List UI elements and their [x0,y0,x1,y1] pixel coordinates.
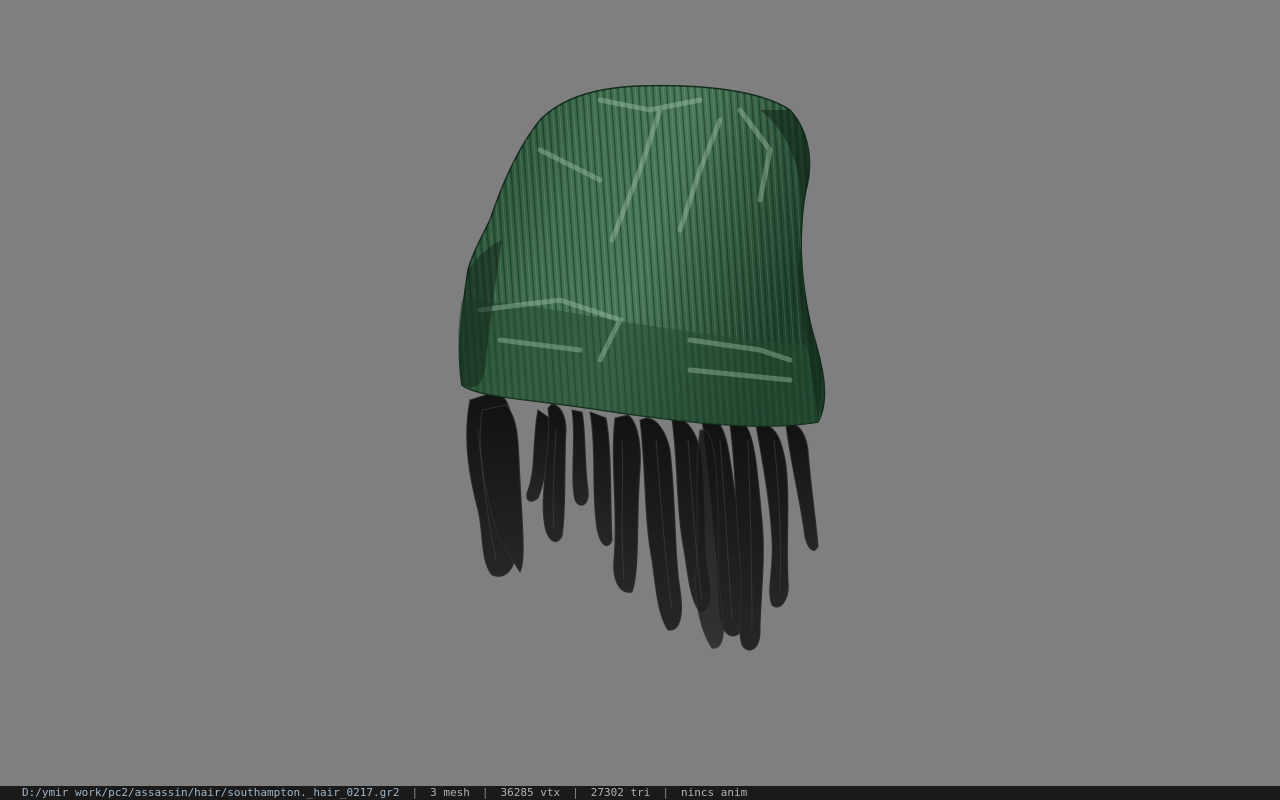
status-bar: D:/ymir work/pc2/assassin/hair/southampt… [0,786,1280,800]
status-separator: | [662,786,669,799]
dreadlock [612,414,641,593]
triangle-count-label: 27302 tri [590,786,651,799]
dreadlocks-group [466,391,819,651]
animation-status-label: nincs anim [680,786,748,799]
3d-viewport[interactable] [0,0,1280,786]
beanie-hat [458,84,826,427]
status-separator: | [572,786,579,799]
file-path-label: D:/ymir work/pc2/assassin/hair/southampt… [22,786,400,799]
status-separator: | [411,786,419,799]
dreadlock [589,411,613,547]
status-separator: | [481,786,489,799]
hair-model-render [458,84,826,651]
vertex-count-label: 36285 vtx [500,786,561,799]
dreadlock [571,409,589,506]
mesh-count-label: 3 mesh [430,786,470,799]
dreadlock [785,423,819,551]
